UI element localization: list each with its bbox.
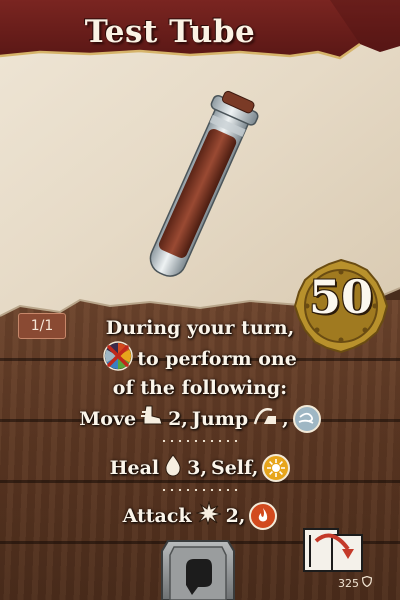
attack-value: 2, bbox=[225, 504, 246, 527]
jump-icon bbox=[252, 404, 278, 433]
ability-line-1: During your turn, bbox=[105, 317, 295, 339]
ability-line-3: of the following: bbox=[112, 377, 288, 399]
separator bbox=[160, 489, 240, 491]
ability-line-2: to perform one bbox=[137, 347, 297, 370]
separator bbox=[160, 440, 240, 442]
item-number: 325 bbox=[338, 575, 373, 590]
attack-burst-icon bbox=[194, 500, 222, 530]
move-value: 2, bbox=[168, 407, 188, 430]
move-row: Move 2, Jump , bbox=[40, 404, 360, 433]
item-number-text: 325 bbox=[338, 576, 359, 590]
heal-label: Heal bbox=[109, 456, 160, 479]
move-boot-icon bbox=[140, 404, 164, 433]
heal-row: Heal 3, Self, bbox=[40, 453, 360, 482]
light-element-icon bbox=[262, 453, 291, 482]
attack-row: Attack 2, bbox=[40, 500, 360, 530]
attack-label: Attack bbox=[122, 504, 192, 527]
heal-drop-icon bbox=[163, 453, 183, 482]
heal-target: Self, bbox=[211, 456, 259, 479]
heal-value: 3, bbox=[187, 456, 207, 479]
shield-mark-icon bbox=[361, 575, 373, 590]
multi-element-wheel-icon bbox=[103, 341, 133, 376]
hand-slot-icon bbox=[160, 537, 236, 600]
move-label: Move bbox=[79, 407, 137, 430]
ability-line-2-row: to perform one bbox=[40, 341, 360, 376]
fire-element-icon bbox=[249, 501, 278, 530]
card-title: Test Tube bbox=[84, 14, 256, 50]
test-tube-illustration bbox=[110, 88, 290, 288]
air-element-icon bbox=[292, 404, 321, 433]
jump-label: Jump bbox=[191, 407, 249, 430]
flip-card-icon bbox=[302, 527, 366, 575]
item-card: Test Tube 1/1 50 During your turn, to pe… bbox=[0, 0, 400, 600]
card-cost: 50 bbox=[308, 270, 373, 324]
move-trailing: , bbox=[282, 407, 289, 430]
